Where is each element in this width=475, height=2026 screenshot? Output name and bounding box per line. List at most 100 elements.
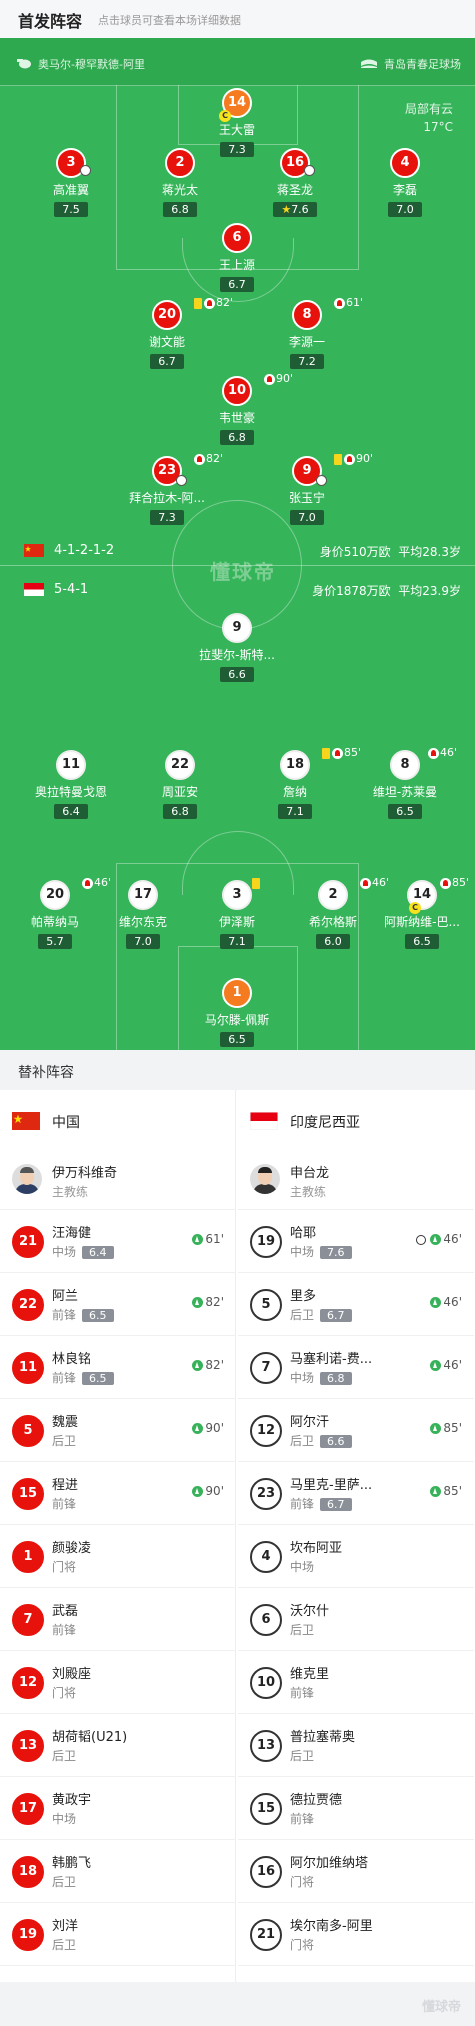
sub-player-row[interactable]: 5 里多 后卫 6.7 46' bbox=[238, 1273, 474, 1336]
player-name: 马尔滕-佩斯 bbox=[204, 1013, 270, 1027]
sub-player-number: 4 bbox=[250, 1541, 282, 1573]
sub-player-row[interactable]: 15 程进 前锋 90' bbox=[0, 1462, 236, 1525]
sub-player-number: 13 bbox=[12, 1730, 44, 1762]
sub-player-row[interactable]: 11 林良铭 前锋 6.5 82' bbox=[0, 1336, 236, 1399]
china-flag-icon bbox=[24, 544, 44, 557]
sub-player-name: 里多 bbox=[290, 1289, 317, 1304]
player-rating: 6.7 bbox=[220, 277, 254, 292]
home-player[interactable]: 9 90' 张玉宁 7.0 bbox=[252, 452, 373, 525]
sub-player-row[interactable]: 1 颜骏凌 门将 bbox=[0, 1525, 236, 1588]
sub-player-row[interactable]: 12 刘殿座 门将 bbox=[0, 1651, 236, 1714]
sub-player-number: 7 bbox=[12, 1604, 44, 1636]
position-text: 前锋 bbox=[290, 1812, 315, 1826]
sub-player-name: 埃尔南多-阿里 bbox=[290, 1919, 373, 1934]
sub-player-row[interactable]: 19 哈耶 中场 7.6 46' bbox=[238, 1210, 474, 1273]
position-text: 中场 bbox=[290, 1371, 315, 1385]
sub-player-row[interactable]: 18 韩鹏飞 后卫 bbox=[0, 1840, 236, 1903]
sub-player-row[interactable]: 4 坎布阿亚中场 bbox=[238, 1525, 474, 1588]
indonesia-flag-icon bbox=[24, 583, 44, 596]
player-rating: 6.5 bbox=[388, 804, 422, 819]
player-name: 伊泽斯 bbox=[218, 915, 255, 929]
sub-player-row[interactable]: 7 武磊 前锋 bbox=[0, 1588, 236, 1651]
subs-title: 替补阵容 bbox=[18, 1065, 74, 1081]
position-text: 中场 bbox=[290, 1560, 315, 1574]
sub-player-name: 程进 bbox=[52, 1478, 79, 1493]
sub-minute: 82' bbox=[206, 452, 224, 465]
away-player[interactable]: 11 奥拉特曼戈恩 6.4 bbox=[16, 750, 126, 819]
sub-player-row[interactable]: 12 阿尔汗 后卫 6.6 85' bbox=[238, 1399, 474, 1462]
player-rating: 7.0 bbox=[126, 934, 160, 949]
away-player[interactable]: 14 C 85' 阿斯纳维-巴... 6.5 bbox=[372, 876, 472, 949]
player-rating: 6.8 bbox=[220, 430, 254, 445]
yellow-card-icon bbox=[252, 877, 260, 889]
sub-player-row[interactable]: 15 德拉贾德 前锋 bbox=[238, 1777, 474, 1840]
home-player[interactable]: 14 C 王大雷 7.3 bbox=[182, 88, 292, 157]
away-player[interactable]: 3 伊泽斯 7.1 bbox=[182, 877, 292, 949]
sub-player-number: 10 bbox=[250, 1667, 282, 1699]
sub-player-row[interactable]: 13 胡荷韬(U21) 后卫 bbox=[0, 1714, 236, 1777]
sub-player-number: 21 bbox=[12, 1226, 44, 1258]
away-player[interactable]: 18 85' 詹纳 7.1 bbox=[240, 746, 361, 819]
sub-player-position: 后卫 bbox=[52, 1747, 76, 1764]
sub-off-icon bbox=[334, 297, 345, 309]
sub-off-badge: 90' bbox=[264, 372, 293, 385]
away-player[interactable]: 1 马尔滕-佩斯 6.5 bbox=[182, 978, 292, 1047]
home-player[interactable]: 23 82' 拜合拉木-阿... 7.3 bbox=[112, 452, 223, 525]
sub-player-name: 阿兰 bbox=[52, 1289, 79, 1304]
sub-off-icon bbox=[264, 373, 275, 385]
sub-player-row[interactable]: 23 马里克-里萨... 前锋 6.7 85' bbox=[238, 1462, 474, 1525]
position-text: 后卫 bbox=[52, 1749, 77, 1763]
sub-player-position: 后卫 bbox=[52, 1936, 76, 1953]
away-coach-row[interactable]: 申台龙 主教练 bbox=[238, 1150, 474, 1210]
sub-player-number: 15 bbox=[12, 1478, 44, 1510]
home-player[interactable]: 16 蒋圣龙 ★7.6 bbox=[240, 148, 350, 217]
home-player[interactable]: 20 82' 谢文能 6.7 bbox=[112, 296, 233, 369]
sub-player-row[interactable]: 17 黄政宇 中场 bbox=[0, 1777, 236, 1840]
referee-name: 奥马尔-穆罕默德-阿里 bbox=[38, 58, 145, 71]
player-rating: 6.5 bbox=[405, 934, 439, 949]
home-coach-row[interactable]: 伊万科维奇 主教练 bbox=[0, 1150, 236, 1210]
sub-player-row[interactable]: 5 魏震 后卫 90' bbox=[0, 1399, 236, 1462]
sub-on-icon bbox=[430, 1486, 442, 1497]
sub-player-row[interactable]: 10 维克里 前锋 bbox=[238, 1651, 474, 1714]
sub-player-name: 坎布阿亚 bbox=[290, 1541, 343, 1556]
away-player[interactable]: 22 周亚安 6.8 bbox=[125, 750, 235, 819]
away-player[interactable]: 8 46' 维坦-苏莱曼 6.5 bbox=[350, 746, 460, 819]
sub-player-row[interactable]: 21 埃尔南多-阿里 门将 bbox=[238, 1903, 474, 1966]
player-name: 蒋光太 bbox=[161, 183, 198, 197]
home-player[interactable]: 3 高准翼 7.5 bbox=[16, 148, 126, 217]
position-text: 后卫 bbox=[290, 1623, 315, 1637]
home-player[interactable]: 2 蒋光太 6.8 bbox=[125, 148, 235, 217]
sub-player-row[interactable]: 13 普拉塞蒂奥 后卫 bbox=[238, 1714, 474, 1777]
sub-player-row[interactable]: 6 沃尔什 后卫 bbox=[238, 1588, 474, 1651]
sub-player-row[interactable]: 16 阿尔加维纳塔 门将 bbox=[238, 1840, 474, 1903]
sub-player-name: 普拉塞蒂奥 bbox=[290, 1730, 356, 1745]
sub-player-name: 阿尔加维纳塔 bbox=[290, 1856, 369, 1871]
sub-player-row[interactable]: 7 马塞利诺-费... 中场 6.8 46' bbox=[238, 1336, 474, 1399]
sub-on-icon bbox=[430, 1297, 442, 1308]
sub-player-number: 19 bbox=[250, 1226, 282, 1258]
sub-player-name: 韩鹏飞 bbox=[52, 1856, 92, 1871]
pitch: 奥马尔-穆罕默德-阿里 青岛青春足球场 局部有云 17°C 懂球帝 4-1-2-… bbox=[0, 38, 475, 1050]
home-player[interactable]: 4 李磊 7.0 bbox=[350, 148, 460, 217]
sub-player-position: 前锋 bbox=[52, 1495, 76, 1512]
sub-off-icon bbox=[344, 453, 355, 465]
sub-on-icon bbox=[192, 1486, 204, 1497]
sub-player-position: 中场 bbox=[52, 1810, 76, 1827]
weather-info: 局部有云 17°C bbox=[405, 100, 453, 136]
sub-player-rating: 6.7 bbox=[320, 1309, 352, 1322]
sub-player-row[interactable]: 22 阿兰 前锋 6.5 82' bbox=[0, 1273, 236, 1336]
sub-player-name: 哈耶 bbox=[290, 1226, 317, 1241]
yellow-card-icon bbox=[194, 297, 202, 309]
home-formation-text: 4-1-2-1-2 bbox=[54, 543, 115, 558]
sub-player-position: 后卫 6.6 bbox=[290, 1432, 352, 1449]
home-player[interactable]: 10 90' 韦世豪 6.8 bbox=[182, 372, 293, 445]
home-player[interactable]: 8 61' 李源一 7.2 bbox=[252, 296, 363, 369]
home-player[interactable]: 6 王上源 6.7 bbox=[182, 223, 292, 292]
player-number: 2 bbox=[165, 148, 195, 178]
sub-player-row[interactable]: 19 刘洋 后卫 bbox=[0, 1903, 236, 1966]
away-player[interactable]: 9 拉斐尔-斯特... 6.6 bbox=[182, 613, 292, 682]
sub-player-row[interactable]: 21 汪海健 中场 6.4 61' bbox=[0, 1210, 236, 1273]
star-icon: ★ bbox=[281, 203, 292, 216]
away-team-row: 印度尼西亚 bbox=[238, 1090, 474, 1150]
